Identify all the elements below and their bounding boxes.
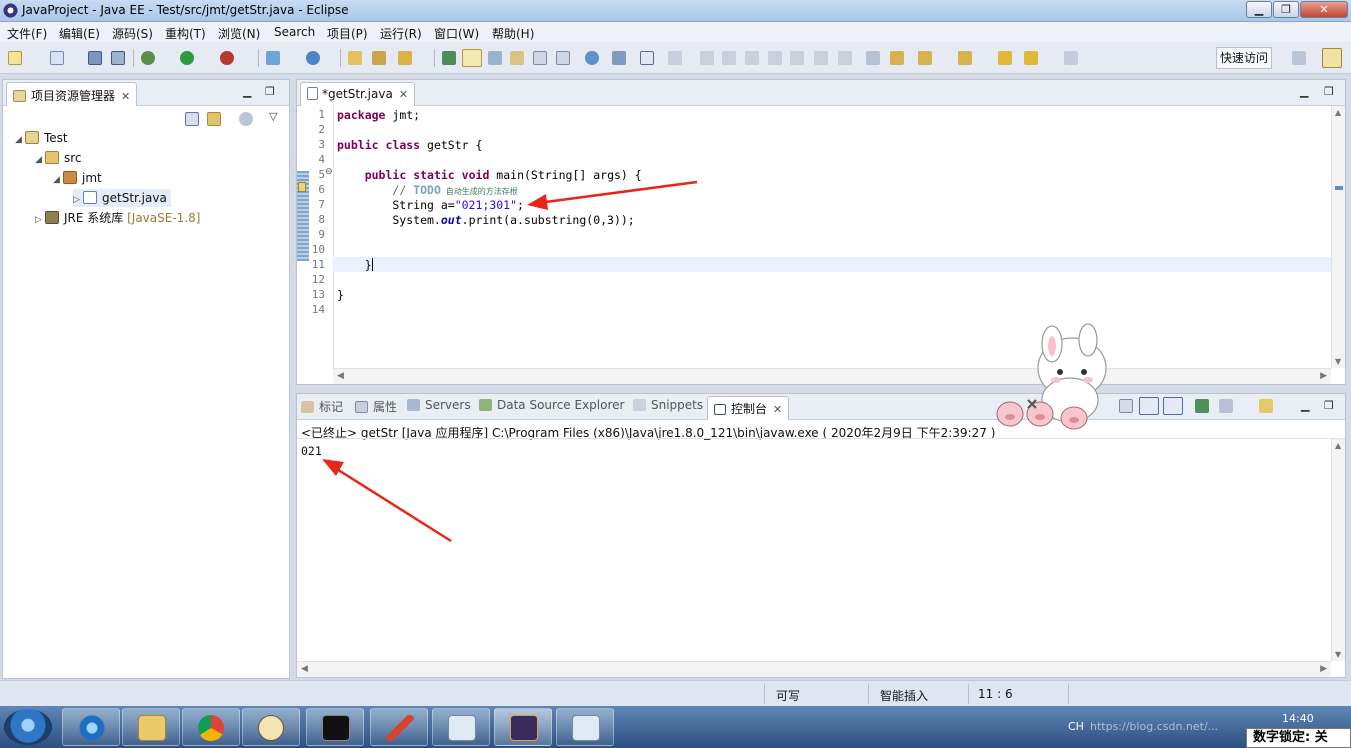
notepad-icon [572,715,600,741]
internet-explorer-icon [78,715,106,741]
arrow-to-console-output [322,459,452,543]
input-language[interactable]: CH [1068,720,1084,733]
taskbar-cmd[interactable] [306,708,364,746]
java-ee-ide-icon [510,715,538,741]
status-insert-mode: 智能插入 [880,689,929,703]
windows-taskbar: CH https://blog.csdn.net/... 14:40 [0,706,1351,748]
taskbar-notepad-2[interactable] [556,708,614,746]
status-cursor-position: 11 : 6 [978,687,1013,701]
pen-icon [386,715,414,741]
taskbar-notepad[interactable] [432,708,490,746]
face-icon [258,715,284,741]
taskbar-pen-app[interactable] [370,708,428,746]
start-button[interactable] [4,709,52,745]
taskbar-explorer[interactable] [122,708,180,746]
notepad-icon [448,715,476,741]
watermark-text: https://blog.csdn.net/... [1090,720,1219,733]
taskbar-ie[interactable] [62,708,120,746]
numlock-indicator: 数字锁定: 关 [1246,728,1351,748]
annotation-arrows [322,180,698,543]
status-bar: 可写 智能插入 11 : 6 [0,680,1351,706]
taskbar-eclipse[interactable] [494,708,552,746]
clock[interactable]: 14:40 [1282,712,1314,725]
status-writable: 可写 [776,689,801,703]
taskbar-chrome[interactable] [182,708,240,746]
chrome-icon [198,715,224,741]
folder-icon [138,715,166,741]
taskbar-face-app[interactable] [242,708,300,746]
command-prompt-icon [322,715,350,741]
arrow-to-string-literal [527,180,698,210]
